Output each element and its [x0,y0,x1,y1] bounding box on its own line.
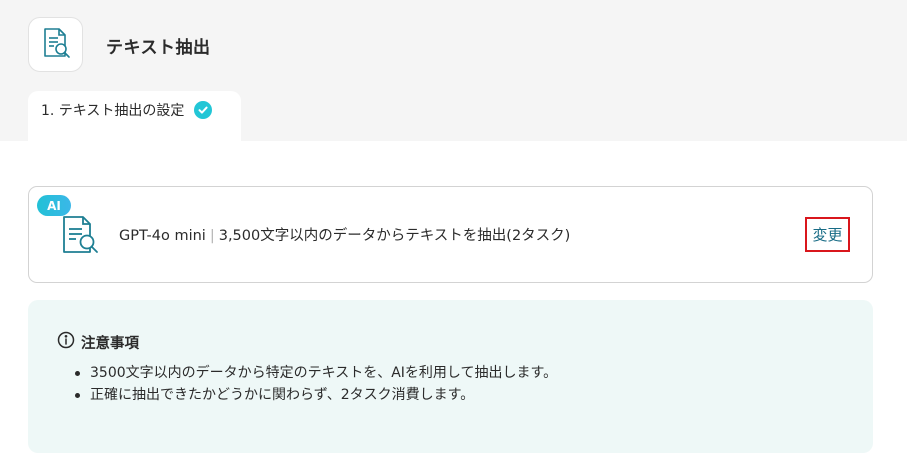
notice-item: 3500文字以内のデータから特定のテキストを、AIを利用して抽出します。 [73,362,557,384]
document-search-icon [39,26,73,64]
ai-badge: AI [37,195,71,216]
action-description-line: GPT-4o mini | 3,500文字以内のデータからテキストを抽出(2タスク) [119,224,570,245]
notice-list: 3500文字以内のデータから特定のテキストを、AIを利用して抽出します。 正確に… [73,362,557,406]
check-circle-icon [194,100,213,119]
app-icon-container [28,17,83,72]
model-name: GPT-4o mini [119,228,206,244]
tab-label: 1. テキスト抽出の設定 [41,102,185,119]
notice-header: 注意事項 [57,331,139,353]
document-search-icon [59,214,101,260]
change-button[interactable]: 変更 [805,217,850,252]
page-title: テキスト抽出 [106,38,211,58]
notice-item: 正確に抽出できたかどうかに関わらず、2タスク消費します。 [73,384,557,406]
action-card: AI GPT-4o mini | 3,500文字以内のデータからテキストを抽出(2タ… [28,186,873,283]
notice-title: 注意事項 [81,335,139,352]
action-description: 3,500文字以内のデータからテキストを抽出(2タスク) [218,228,571,244]
info-circle-icon [57,331,75,353]
notice-box: 注意事項 3500文字以内のデータから特定のテキストを、AIを利用して抽出します… [28,300,873,453]
separator: | [209,228,215,244]
tab-text-extraction-settings[interactable]: 1. テキスト抽出の設定 [28,91,241,142]
